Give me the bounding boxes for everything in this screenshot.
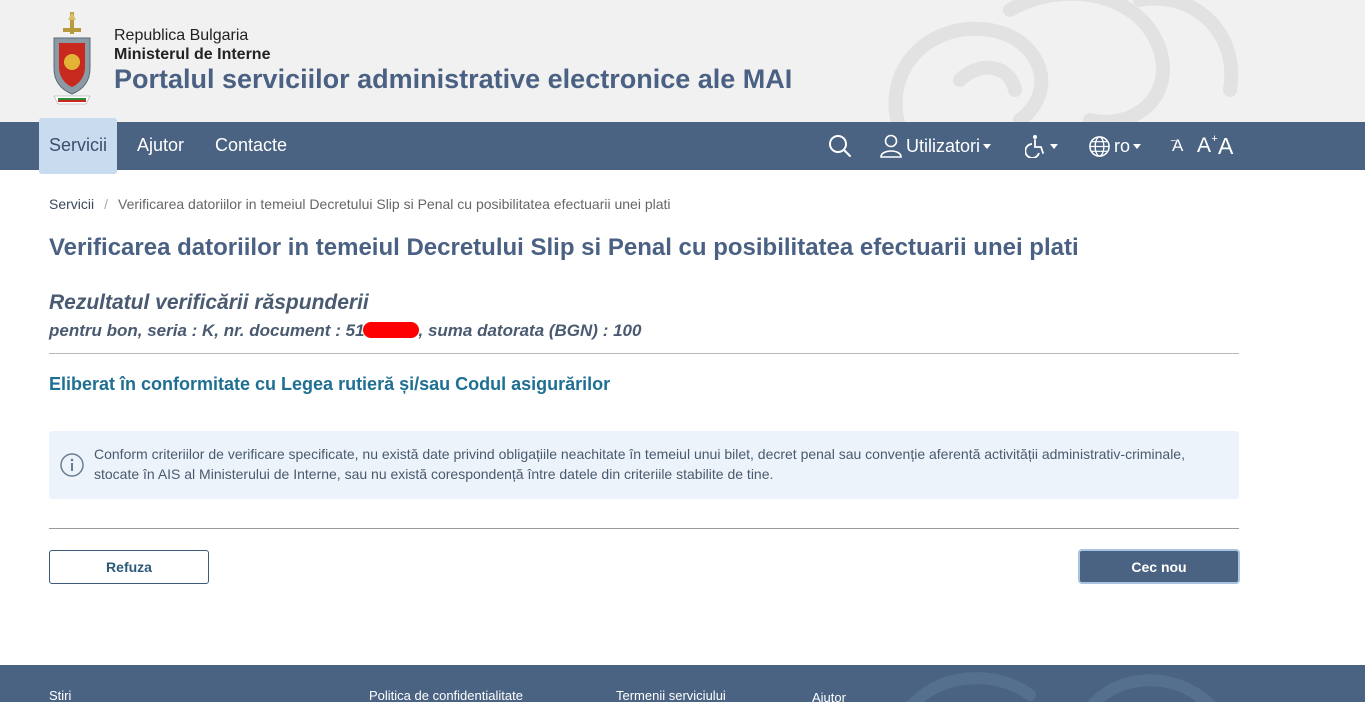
users-menu[interactable]: Utilizatori: [880, 122, 992, 170]
breadcrumb: Servicii / Verificarea datoriilor in temei…: [49, 196, 671, 212]
new-check-button[interactable]: Cec nou: [1078, 549, 1240, 584]
refuse-button[interactable]: Refuza: [49, 550, 209, 584]
info-icon: [60, 453, 84, 477]
site-header: Republica Bulgaria Ministerul de Interne…: [0, 0, 1365, 122]
accessibility-icon: [1025, 135, 1044, 158]
info-message: Conform criteriilor de verificare specif…: [94, 446, 1185, 482]
search-icon: [829, 135, 851, 157]
language-label: ro: [1114, 135, 1131, 156]
country-name: Republica Bulgaria: [114, 27, 249, 44]
font-increase-icon: A: [1218, 132, 1234, 159]
divider: [49, 528, 1239, 529]
result-details-prefix: pentru bon, seria : K, nr. document : 51: [49, 321, 365, 340]
nav-item-ajutor[interactable]: Ajutor: [137, 122, 184, 170]
nav-item-servicii[interactable]: Servicii: [39, 118, 118, 174]
ministry-crest-logo: [53, 12, 91, 105]
footer-link-privacy[interactable]: Politica de confidentialitate: [369, 688, 523, 702]
language-menu[interactable]: ro: [1088, 122, 1142, 170]
footer-link-stiri[interactable]: Stiri: [49, 688, 71, 702]
redaction-mark: [362, 322, 419, 338]
footer-link-terms[interactable]: Termenii serviciului: [616, 688, 726, 702]
font-reset-icon: A: [1197, 134, 1212, 157]
main-navbar: Servicii Ajutor Contacte Utilizatori ro …: [0, 118, 1365, 174]
user-icon: [880, 134, 902, 158]
ministry-name: Ministerul de Interne: [114, 46, 271, 63]
result-details-suffix: , suma datorata (BGN) : 100: [418, 321, 642, 340]
result-details: pentru bon, seria : K, nr. document : 51…: [49, 321, 641, 341]
chevron-down-icon: [1050, 143, 1058, 149]
law-heading: Eliberat în conformitate cu Legea rutier…: [49, 374, 611, 394]
font-decrease-button[interactable]: A −: [1170, 122, 1183, 170]
nav-item-contacte[interactable]: Contacte: [215, 122, 287, 170]
breadcrumb-separator: /: [104, 196, 109, 212]
font-reset-button[interactable]: A: [1197, 122, 1211, 170]
search-button[interactable]: [828, 122, 852, 170]
portal-title[interactable]: Portalul serviciilor administrative elec…: [114, 64, 792, 95]
lion-watermark-icon: [888, 0, 1239, 122]
globe-icon: [1089, 135, 1110, 157]
info-alert: Conform criteriilor de verificare specif…: [49, 431, 1239, 499]
chevron-down-icon: [1133, 143, 1142, 149]
page-title: Verificarea datoriilor in temeiul Decret…: [49, 234, 1079, 261]
result-title: Rezultatul verificării răspunderii: [49, 291, 369, 314]
users-label: Utilizatori: [906, 135, 981, 156]
accessibility-menu[interactable]: [1025, 122, 1058, 170]
breadcrumb-servicii-link[interactable]: Servicii: [49, 196, 94, 212]
breadcrumb-current: Verificarea datoriilor in temeiul Decret…: [118, 196, 671, 212]
lion-watermark-icon: [907, 672, 1216, 702]
footer-link-help[interactable]: Ajutor: [812, 690, 846, 702]
divider: [49, 353, 1239, 354]
site-footer: Stiri Politica de confidentialitate Term…: [0, 665, 1365, 702]
chevron-down-icon: [983, 143, 992, 149]
